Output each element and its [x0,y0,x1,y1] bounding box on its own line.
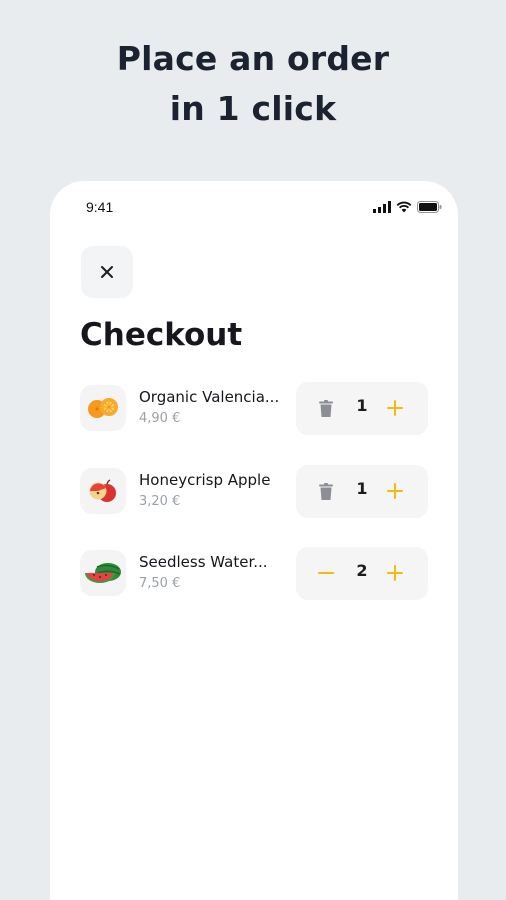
quantity-value: 2 [356,561,368,580]
headline-line-1: Place an order [116,39,390,78]
item-thumbnail [80,468,126,514]
apples-icon [89,479,116,502]
plus-icon [387,483,403,499]
close-icon [101,266,113,278]
status-icons [373,201,442,213]
increase-quantity-button[interactable] [385,563,405,583]
item-price: 3,20 € [139,494,181,509]
list-item: Honeycrisp Apple 3,20 € 1 [80,465,430,519]
signal-icon [373,201,391,213]
battery-icon [417,201,442,213]
phone-screen: 9:41 Checkout Organic Valencia... 4,90 €… [50,181,458,900]
increase-quantity-button[interactable] [385,398,405,418]
increase-quantity-button[interactable] [385,481,405,501]
quantity-stepper: 1 [296,465,428,518]
list-item: Organic Valencia... 4,90 € 1 [80,382,430,436]
promo-headline: Place an order in 1 click [0,34,506,134]
decrease-quantity-button[interactable] [316,563,336,583]
watermelon-icon [85,563,121,583]
item-name: Organic Valencia... [139,388,280,406]
page-title: Checkout [80,317,243,353]
list-item: Seedless Water... 7,50 € 2 [80,547,430,601]
quantity-stepper: 1 [296,382,428,435]
plus-icon [387,565,403,581]
oranges-icon [88,398,118,418]
trash-icon [319,399,333,417]
item-name: Seedless Water... [139,553,268,571]
item-price: 7,50 € [139,576,181,591]
close-button[interactable] [81,246,133,298]
status-bar: 9:41 [50,197,458,219]
quantity-value: 1 [356,396,368,415]
status-time: 9:41 [86,199,114,215]
remove-item-button[interactable] [316,398,336,418]
item-thumbnail [80,550,126,596]
item-thumbnail [80,385,126,431]
plus-icon [387,400,403,416]
item-price: 4,90 € [139,411,181,426]
wifi-icon [396,201,412,213]
remove-item-button[interactable] [316,481,336,501]
headline-line-2: in 1 click [169,89,337,128]
quantity-stepper: 2 [296,547,428,600]
trash-icon [319,482,333,500]
minus-icon [318,572,334,574]
item-name: Honeycrisp Apple [139,471,271,489]
quantity-value: 1 [356,479,368,498]
